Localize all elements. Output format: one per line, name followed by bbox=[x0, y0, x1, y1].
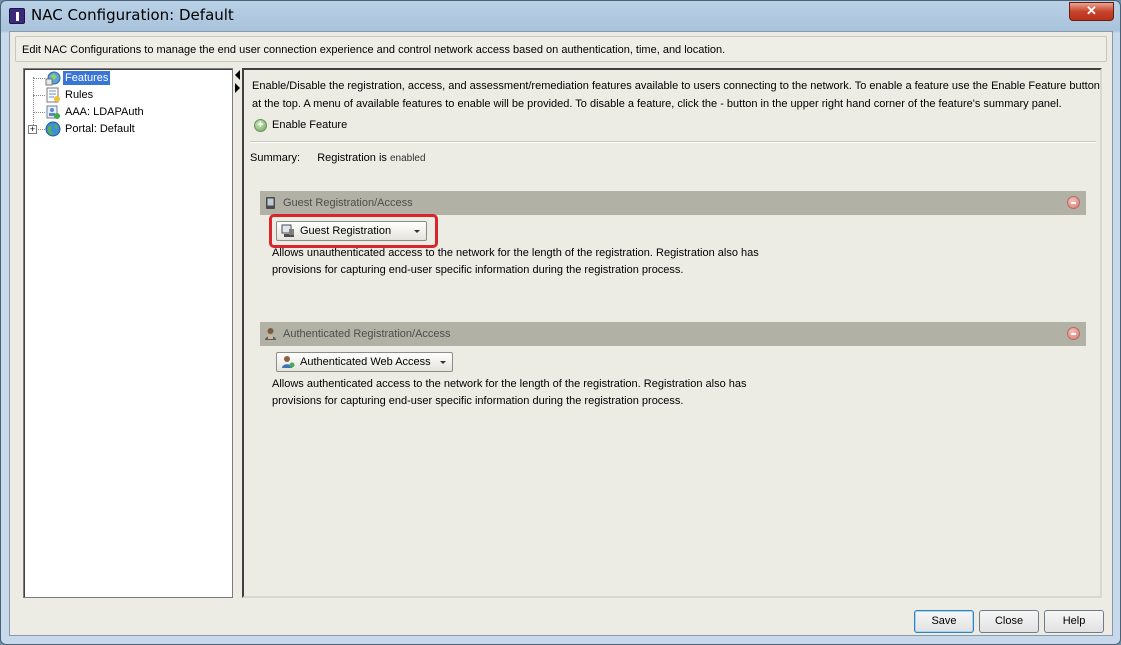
chevron-down-icon bbox=[440, 360, 446, 364]
tree-item-label: Portal: Default bbox=[65, 123, 135, 135]
tree-connector bbox=[33, 77, 34, 129]
help-button[interactable]: Help bbox=[1044, 610, 1104, 633]
guest-registration-panel-header: Guest Registration/Access bbox=[260, 191, 1086, 215]
tree-item-rules[interactable]: Rules bbox=[45, 87, 95, 103]
expand-right-icon[interactable] bbox=[235, 83, 240, 93]
panel-title: Guest Registration/Access bbox=[283, 197, 413, 209]
close-button[interactable]: Close bbox=[979, 610, 1039, 633]
tree-item-label: Rules bbox=[65, 89, 94, 101]
portal-expand-toggle[interactable]: + bbox=[28, 125, 37, 134]
tree-item-label: Features bbox=[63, 71, 111, 85]
nac-configuration-window: NAC Configuration: Default ✕ Edit NAC Co… bbox=[0, 0, 1121, 645]
title-bar[interactable]: NAC Configuration: Default ✕ bbox=[1, 1, 1120, 31]
tree-item-aaa[interactable]: AAA: LDAPAuth bbox=[45, 104, 146, 120]
aaa-icon bbox=[45, 104, 61, 120]
authenticated-user-icon bbox=[281, 355, 295, 369]
divider bbox=[250, 141, 1096, 143]
globe-icon bbox=[45, 121, 61, 137]
app-icon bbox=[9, 8, 25, 24]
save-button[interactable]: Save bbox=[914, 610, 974, 633]
remove-feature-button[interactable] bbox=[1067, 196, 1080, 209]
features-intro-text: Enable/Disable the registration, access,… bbox=[252, 80, 1100, 110]
dropdown-label: Authenticated Web Access bbox=[300, 356, 431, 368]
summary-line: Summary: Registration is enabled bbox=[250, 152, 426, 164]
remove-feature-button[interactable] bbox=[1067, 327, 1080, 340]
description-text: Edit NAC Configurations to manage the en… bbox=[22, 44, 726, 56]
tree-connector bbox=[33, 95, 45, 96]
enable-feature-button[interactable]: + Enable Feature bbox=[254, 117, 347, 133]
tree-item-label: AAA: LDAPAuth bbox=[65, 106, 144, 118]
panel-title: Authenticated Registration/Access bbox=[283, 328, 451, 340]
summary-label: Summary: bbox=[250, 152, 301, 164]
features-panel: Enable/Disable the registration, access,… bbox=[242, 68, 1102, 598]
authenticated-access-dropdown[interactable]: Authenticated Web Access bbox=[276, 352, 453, 372]
plus-icon: + bbox=[254, 118, 267, 132]
window-title: NAC Configuration: Default bbox=[31, 6, 234, 24]
window-close-button[interactable]: ✕ bbox=[1069, 2, 1114, 21]
summary-value: Registration is bbox=[317, 152, 387, 164]
dialog-body: Edit NAC Configurations to manage the en… bbox=[9, 31, 1113, 636]
authenticated-registration-panel-header: Authenticated Registration/Access bbox=[260, 322, 1086, 346]
device-icon bbox=[264, 196, 277, 210]
highlight-annotation bbox=[269, 214, 438, 248]
summary-status: enabled bbox=[389, 153, 426, 164]
features-icon bbox=[45, 70, 61, 86]
description-bar: Edit NAC Configurations to manage the en… bbox=[15, 36, 1107, 62]
tree-item-portal[interactable]: Portal: Default bbox=[45, 121, 137, 137]
navigation-tree[interactable]: + Features Rules AAA: LDAPAuth Portal: D… bbox=[23, 68, 233, 598]
user-icon bbox=[264, 327, 277, 341]
authenticated-registration-description: Allows authenticated access to the netwo… bbox=[272, 378, 747, 407]
pane-splitter[interactable] bbox=[234, 68, 242, 598]
tree-connector bbox=[33, 78, 45, 79]
collapse-left-icon[interactable] bbox=[235, 70, 240, 80]
tree-connector bbox=[38, 129, 45, 130]
rules-icon bbox=[45, 87, 61, 103]
enable-feature-label: Enable Feature bbox=[272, 119, 348, 131]
guest-registration-description: Allows unauthenticated access to the net… bbox=[272, 247, 759, 276]
tree-item-features[interactable]: Features bbox=[45, 70, 111, 86]
tree-connector bbox=[33, 112, 45, 113]
